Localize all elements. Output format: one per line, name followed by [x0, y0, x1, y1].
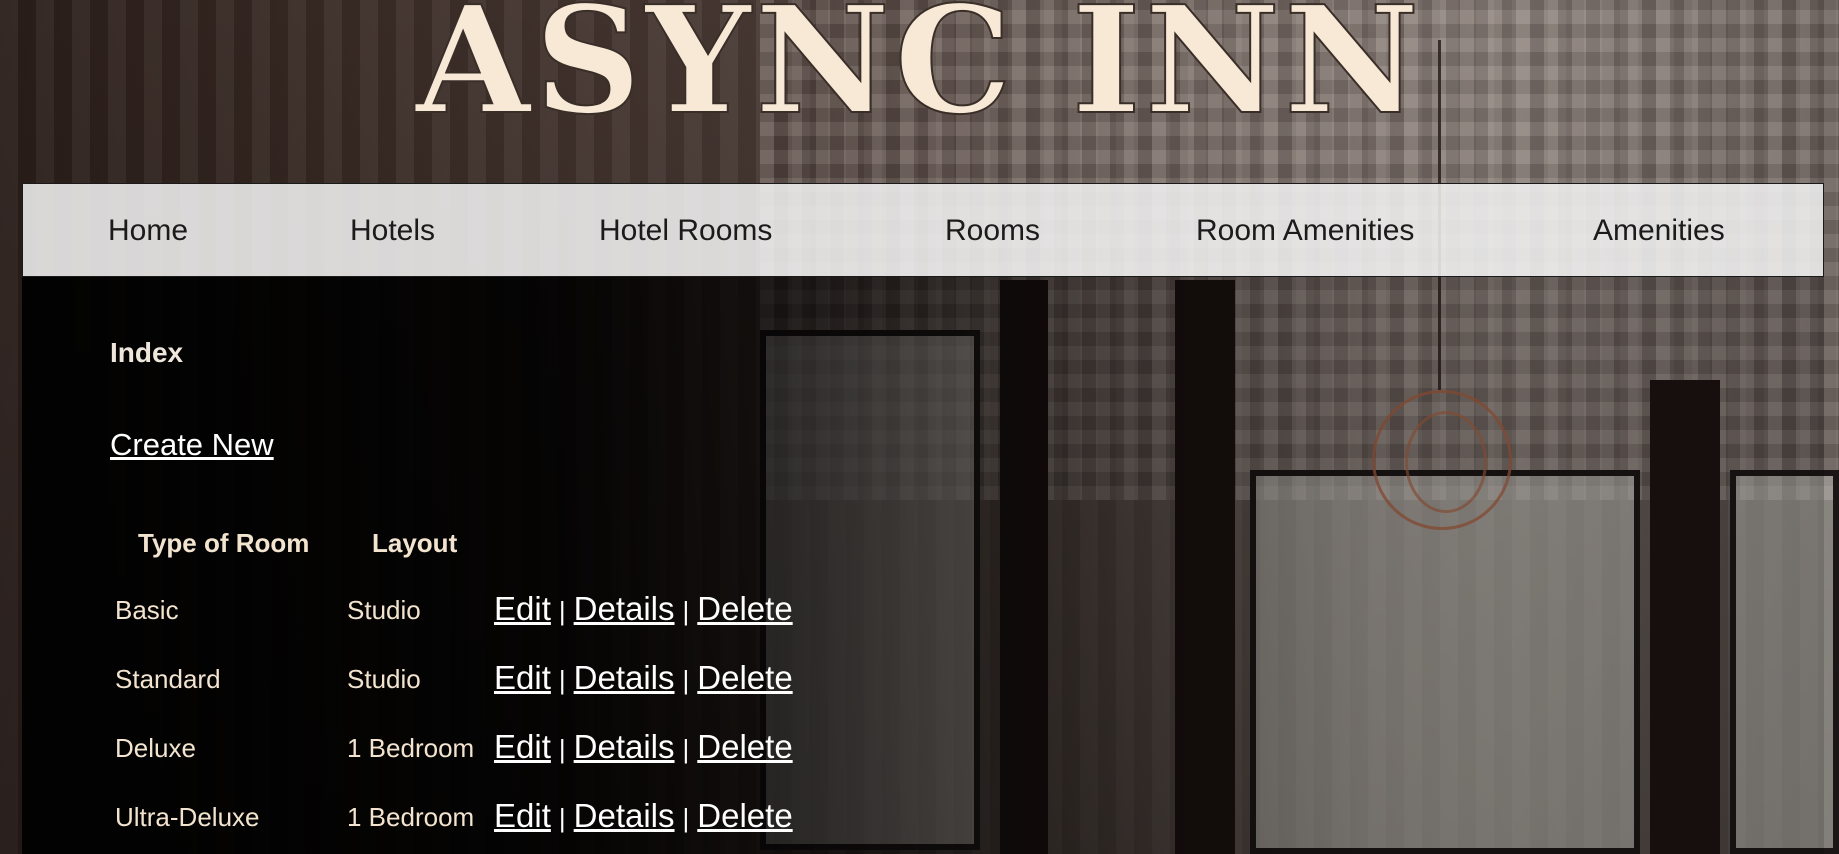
- details-link[interactable]: Details: [574, 797, 675, 834]
- separator: |: [682, 596, 690, 626]
- nav-home[interactable]: Home: [108, 184, 188, 278]
- delete-link[interactable]: Delete: [697, 659, 792, 696]
- nav-amenities[interactable]: Amenities: [1593, 184, 1725, 278]
- delete-link[interactable]: Delete: [697, 797, 792, 834]
- header-type-of-room: Type of Room: [138, 528, 310, 558]
- separator: |: [558, 596, 566, 626]
- edit-link[interactable]: Edit: [494, 590, 551, 627]
- edit-link[interactable]: Edit: [494, 659, 551, 696]
- cell-type: Deluxe: [115, 733, 196, 763]
- edit-link[interactable]: Edit: [494, 728, 551, 765]
- header-layout: Layout: [372, 528, 458, 558]
- nav-room-amenities[interactable]: Room Amenities: [1196, 184, 1414, 278]
- separator: |: [682, 665, 690, 695]
- delete-link[interactable]: Delete: [697, 728, 792, 765]
- site-title: ASYNC INN: [415, 0, 1424, 147]
- details-link[interactable]: Details: [574, 590, 675, 627]
- separator: |: [558, 665, 566, 695]
- separator: |: [558, 734, 566, 764]
- delete-link[interactable]: Delete: [697, 590, 792, 627]
- content-panel: [22, 277, 1824, 854]
- cell-layout: Studio: [347, 664, 421, 694]
- cell-type: Standard: [115, 664, 221, 694]
- edit-link[interactable]: Edit: [494, 797, 551, 834]
- cell-type: Ultra-Deluxe: [115, 802, 260, 832]
- create-new-link[interactable]: Create New: [110, 427, 274, 463]
- separator: |: [558, 803, 566, 833]
- nav-hotel-rooms[interactable]: Hotel Rooms: [599, 184, 772, 278]
- page-heading: Index: [110, 337, 184, 368]
- nav-rooms[interactable]: Rooms: [945, 184, 1040, 278]
- cell-layout: 1 Bedroom: [347, 802, 475, 832]
- row-actions: Edit | Details | Delete: [494, 659, 793, 697]
- cell-layout: Studio: [347, 595, 421, 625]
- separator: |: [682, 803, 690, 833]
- main-nav: Home Hotels Hotel Rooms Rooms Room Ameni…: [22, 183, 1824, 277]
- row-actions: Edit | Details | Delete: [494, 797, 793, 835]
- row-actions: Edit | Details | Delete: [494, 590, 793, 628]
- cell-layout: 1 Bedroom: [347, 733, 475, 763]
- row-actions: Edit | Details | Delete: [494, 728, 793, 766]
- details-link[interactable]: Details: [574, 728, 675, 765]
- separator: |: [682, 734, 690, 764]
- cell-type: Basic: [115, 595, 179, 625]
- details-link[interactable]: Details: [574, 659, 675, 696]
- nav-hotels[interactable]: Hotels: [350, 184, 435, 278]
